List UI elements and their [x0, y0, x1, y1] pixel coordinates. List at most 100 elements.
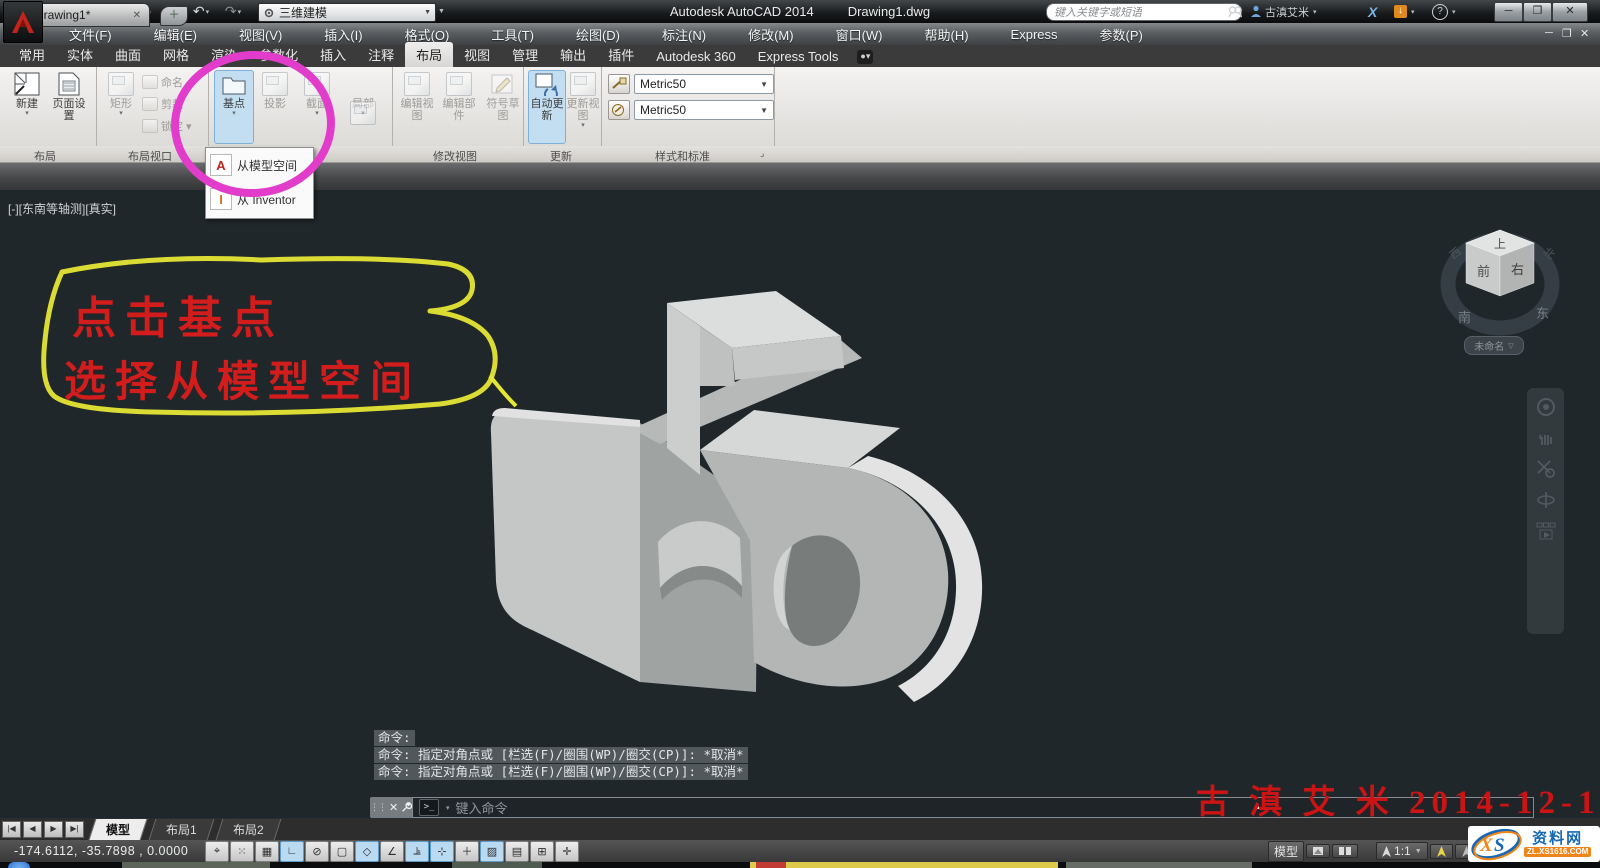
panel-label-update[interactable]: 更新 [550, 148, 572, 164]
redo-icon[interactable]: ↷▾ [222, 3, 244, 20]
menu-view[interactable]: 视图(V) [218, 25, 303, 44]
styles-dialog-launcher-icon[interactable]: ⌟ [760, 148, 764, 159]
restore-button[interactable]: ❐ [1523, 2, 1552, 22]
ribbon-tab-home[interactable]: 常用 [8, 42, 56, 67]
ortho-toggle[interactable]: ∟ [280, 841, 304, 862]
command-close-icon[interactable]: ✕ [389, 801, 398, 814]
qat-customize-icon[interactable]: ▼ [430, 3, 452, 20]
snap-toggle[interactable]: ⁙ [230, 841, 254, 862]
selection-cycling-toggle[interactable]: ⊞ [530, 841, 554, 862]
quick-properties-toggle[interactable]: ▤ [505, 841, 529, 862]
drag-grip-icon[interactable]: ⋮⋮ [370, 802, 386, 813]
connect-icon[interactable]: ●▾ [857, 50, 873, 64]
navwheel-icon[interactable] [1535, 396, 1557, 418]
ribbon-tab-view[interactable]: 视图 [453, 42, 501, 67]
download-icon[interactable]: ↓ ▾ [1394, 3, 1415, 20]
panel-label-styles[interactable]: 样式和标准 [655, 148, 710, 164]
textstyle-combo[interactable]: Metric50▼ [634, 100, 774, 120]
taskbar-item[interactable] [122, 862, 270, 868]
command-prompt-icon[interactable]: >_ [419, 799, 439, 816]
start-button[interactable] [8, 862, 30, 868]
taskbar-item-active[interactable] [750, 862, 1058, 868]
ribbon-tab-render[interactable]: 渲染 [200, 42, 248, 67]
dimstyle-combo[interactable]: Metric50▼ [634, 74, 774, 94]
ribbon-button-symbol-sketch[interactable]: 符号草图 [484, 71, 522, 143]
next-tab-icon[interactable]: ▶ [44, 821, 63, 838]
menu-item-from-model-space[interactable]: A 从模型空间 [206, 148, 313, 182]
undo-icon[interactable]: ↶▾ [190, 3, 212, 20]
tab-model[interactable]: 模型 [89, 819, 148, 840]
doc-close-icon[interactable]: ✕ [1580, 27, 1589, 40]
panel-label-layout[interactable]: 布局 [34, 148, 56, 164]
autocad-logo-button[interactable] [3, 1, 43, 43]
ribbon-tab-express[interactable]: Express Tools [747, 46, 850, 67]
polar-tracking-toggle[interactable]: ⊘ [305, 841, 329, 862]
ribbon-button-new-layout[interactable]: 新建 ▾ [8, 71, 46, 143]
showmotion-icon[interactable] [1535, 520, 1557, 542]
taskbar-item[interactable] [452, 862, 542, 868]
panel-label-layout-viewports[interactable]: 布局视口 [128, 148, 172, 164]
ribbon-button-update-view[interactable]: 更新视图 ▾ [566, 71, 600, 143]
model-space-button[interactable]: 模型 [1268, 841, 1304, 862]
ribbon-tab-parametric[interactable]: 参数化 [248, 42, 309, 67]
ribbon-tab-output[interactable]: 输出 [549, 42, 597, 67]
ribbon-button-base-view[interactable]: 基点 ▾ [214, 70, 254, 144]
quick-view-layouts-icon[interactable] [1306, 844, 1330, 858]
tab-layout1[interactable]: 布局1 [149, 819, 215, 840]
menu-edit[interactable]: 编辑(E) [133, 25, 218, 44]
annotation-monitor-toggle[interactable]: ✛ [555, 841, 579, 862]
ribbon-tab-insert[interactable]: 插入 [309, 42, 357, 67]
transparency-toggle[interactable]: ▨ [480, 841, 504, 862]
tab-layout2[interactable]: 布局2 [215, 819, 281, 840]
otrack-toggle[interactable]: ∠ [380, 841, 404, 862]
menu-dimension[interactable]: 标注(N) [641, 25, 727, 44]
quick-view-drawings-icon[interactable] [1332, 844, 1358, 858]
first-tab-icon[interactable]: |◀ [2, 821, 21, 838]
ribbon-button-projected-view[interactable]: 投影 [256, 71, 294, 143]
osnap-3d-toggle[interactable]: ◇ [355, 841, 379, 862]
help-icon[interactable]: ? ▾ [1432, 3, 1456, 20]
ribbon-button-lock-viewport[interactable]: 锁定▾ [142, 117, 192, 135]
ribbon-button-clip-viewport[interactable]: 剪裁 [142, 95, 183, 113]
signin-control[interactable]: 古滇艾米 ▾ [1250, 3, 1317, 20]
drawing-tab-close-icon[interactable]: ✕ [133, 10, 141, 21]
menu-item-from-inventor[interactable]: I 从 Inventor [206, 182, 313, 216]
workspace-switcher[interactable]: 三维建模 ▼ [258, 3, 436, 22]
close-button[interactable]: ✕ [1552, 2, 1588, 22]
menu-window[interactable]: 窗口(W) [815, 25, 904, 44]
panel-label-modify-view[interactable]: 修改视图 [433, 148, 477, 164]
annotation-visibility-icon[interactable] [1430, 844, 1453, 859]
menu-file[interactable]: 文件(F) [48, 25, 133, 44]
viewcube-ucs-menu[interactable]: 未命名▽ [1464, 336, 1524, 355]
menu-draw[interactable]: 绘图(D) [555, 25, 641, 44]
osnap-toggle[interactable]: ▢ [330, 841, 354, 862]
viewcube-east-label[interactable]: 东 [1536, 306, 1549, 321]
ribbon-button-edit-view[interactable]: 编辑视图 [398, 71, 436, 143]
zoom-icon[interactable] [1535, 458, 1557, 480]
ribbon-button-page-setup[interactable]: 页面设置 [50, 71, 88, 143]
drawing-tab[interactable]: Drawing1* ✕ [26, 3, 150, 27]
menu-parametric[interactable]: 参数(P) [1079, 25, 1164, 44]
ribbon-button-section-view[interactable]: 截面 ▾ [298, 71, 336, 143]
ribbon-button-named-viewport[interactable]: 命名 [142, 73, 183, 91]
exchange-apps-icon[interactable]: X [1368, 3, 1377, 20]
viewcube-south-label[interactable]: 南 [1458, 310, 1471, 325]
menu-help[interactable]: 帮助(H) [904, 25, 990, 44]
ribbon-tab-surface[interactable]: 曲面 [104, 42, 152, 67]
pan-icon[interactable] [1535, 427, 1557, 449]
menu-modify[interactable]: 修改(M) [727, 25, 815, 44]
command-line-handle[interactable]: ⋮⋮ ✕ [370, 797, 412, 818]
ribbon-tab-manage[interactable]: 管理 [501, 42, 549, 67]
new-drawing-button[interactable]: ＋ [160, 6, 188, 26]
orbit-icon[interactable] [1535, 489, 1557, 511]
annotation-scale-control[interactable]: 1:1▼ [1376, 842, 1428, 860]
menu-format[interactable]: 格式(O) [384, 25, 471, 44]
menu-insert[interactable]: 插入(I) [303, 25, 383, 44]
doc-restore-icon[interactable]: ❐ [1562, 27, 1572, 40]
search-icon[interactable] [1228, 3, 1242, 20]
ribbon-tab-layout[interactable]: 布局 [405, 42, 453, 67]
ribbon-tab-mesh[interactable]: 网格 [152, 42, 200, 67]
ribbon-tab-solid[interactable]: 实体 [56, 42, 104, 67]
lineweight-toggle[interactable]: ＋ [455, 841, 479, 862]
dimstyle-icon[interactable] [608, 74, 630, 94]
